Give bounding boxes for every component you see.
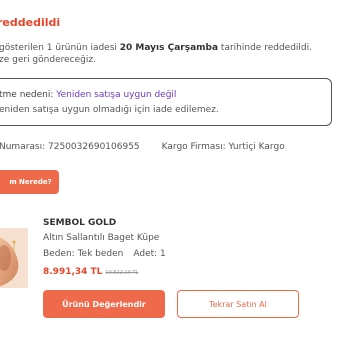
product-brand: SEMBOL GOLD	[43, 218, 117, 228]
buy-again-button[interactable]: Tekrar Satın Al	[177, 290, 299, 318]
product-name[interactable]: Altın Sallantılı Baget Küpe	[43, 233, 159, 243]
product-quantity: 1	[160, 249, 166, 259]
product-old-price: 10.522,10 TL	[105, 270, 139, 276]
cargo-carrier: Yurtiçi Kargo	[228, 142, 285, 152]
rejection-date: 20 Mayıs Çarşamba	[119, 43, 219, 53]
description-line-2: ze geri göndereceğiz.	[0, 55, 96, 65]
tracking-number: 7250032690106955	[48, 142, 140, 152]
shipment-info: Numarası: 7250032690106955 Kargo Firması:…	[0, 142, 285, 152]
description-line-1: gösterilen 1 ürünün iadesi 20 Mayıs Çarş…	[0, 43, 312, 53]
product-price: 8.991,34 TL 10.522,10 TL	[43, 267, 139, 277]
earring-product-image[interactable]	[0, 228, 28, 288]
product-size: Tek beden	[77, 249, 124, 259]
rejection-reason: tme nedeni: Yeniden satışa uygun değil	[0, 90, 177, 100]
return-status-title: reddedildi	[0, 16, 61, 29]
return-description: gösterilen 1 ürünün iadesi 20 Mayıs Çarş…	[0, 42, 350, 66]
rejection-reason-box: tme nedeni: Yeniden satışa uygun değil e…	[0, 78, 332, 126]
review-product-button[interactable]: Ürünü Değerlendir	[43, 290, 165, 318]
track-package-button[interactable]: m Nerede?	[0, 170, 59, 194]
rejection-reason-value: Yeniden satışa uygun değil	[56, 90, 177, 100]
product-variant: Beden: Tek beden Adet: 1	[43, 249, 166, 259]
rejection-reason-detail: eniden satışa uygun olmadığı için iade e…	[0, 105, 219, 115]
